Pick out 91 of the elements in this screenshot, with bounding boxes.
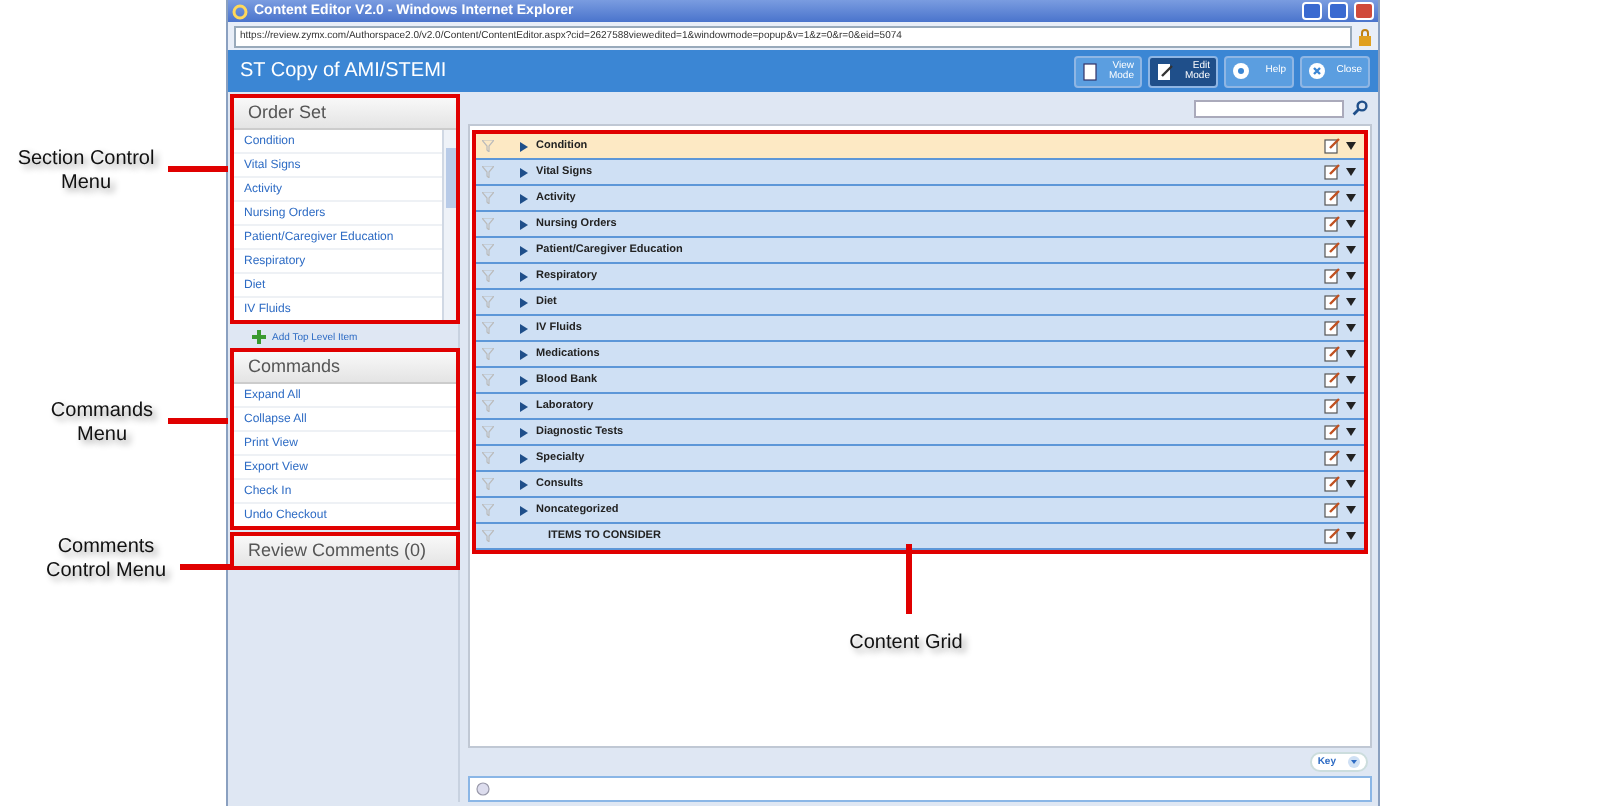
edit-icon[interactable]: [1324, 372, 1340, 388]
callout-label: Commands Menu: [48, 400, 156, 448]
pencil-icon: [1156, 61, 1174, 81]
panel-title: Commands: [232, 350, 458, 384]
edit-icon[interactable]: [1324, 242, 1340, 258]
edit-icon[interactable]: [1324, 346, 1340, 362]
expand-icon[interactable]: [520, 219, 528, 229]
expand-icon[interactable]: [520, 375, 528, 385]
expand-icon[interactable]: [520, 141, 528, 151]
dropdown-icon[interactable]: [1346, 532, 1356, 540]
filter-icon: [482, 400, 494, 412]
minimize-button[interactable]: [1302, 2, 1322, 20]
dropdown-icon[interactable]: [1346, 272, 1356, 280]
filter-icon: [482, 244, 494, 256]
filter-icon: [482, 374, 494, 386]
dropdown-icon[interactable]: [1346, 506, 1356, 514]
expand-icon[interactable]: [520, 297, 528, 307]
edit-icon[interactable]: [1324, 190, 1340, 206]
dropdown-icon[interactable]: [1346, 246, 1356, 254]
filter-icon: [482, 192, 494, 204]
callout-label: Comments Control Menu: [43, 536, 169, 584]
dropdown-icon[interactable]: [1346, 220, 1356, 228]
close-button[interactable]: [1354, 2, 1374, 20]
maximize-button[interactable]: [1328, 2, 1348, 20]
expand-icon[interactable]: [520, 323, 528, 333]
filter-icon: [482, 218, 494, 230]
edit-icon[interactable]: [1324, 320, 1340, 336]
search-field[interactable]: [1194, 99, 1344, 117]
edit-icon[interactable]: [1324, 476, 1340, 492]
app-title: ST Copy of AMI/STEMI: [240, 60, 449, 82]
edit-icon[interactable]: [1324, 502, 1340, 518]
filter-icon: [482, 270, 494, 282]
leader-line: [180, 564, 230, 570]
help-icon: [1232, 62, 1250, 80]
edit-icon[interactable]: [1324, 528, 1340, 544]
filter-icon: [482, 296, 494, 308]
filter-icon: [482, 140, 494, 152]
expand-icon[interactable]: [520, 401, 528, 411]
dropdown-icon[interactable]: [1346, 350, 1356, 358]
expand-icon[interactable]: [520, 245, 528, 255]
dropdown-icon[interactable]: [1346, 428, 1356, 436]
dropdown-icon[interactable]: [1346, 194, 1356, 202]
leader-line: [168, 166, 228, 172]
leader-line: [906, 544, 912, 614]
dropdown-icon[interactable]: [1346, 454, 1356, 462]
expand-icon[interactable]: [520, 505, 528, 515]
expand-icon[interactable]: [520, 349, 528, 359]
browser-logo-icon: [232, 3, 248, 19]
expand-icon[interactable]: [520, 193, 528, 203]
filter-icon: [482, 478, 494, 490]
lock-icon: [1358, 27, 1372, 45]
edit-icon[interactable]: [1324, 450, 1340, 466]
dropdown-icon[interactable]: [1346, 168, 1356, 176]
filter-icon: [482, 166, 494, 178]
close-icon: [1308, 62, 1326, 80]
edit-icon[interactable]: [1324, 216, 1340, 232]
dropdown-icon[interactable]: [1346, 142, 1356, 150]
info-icon: [476, 782, 490, 796]
filter-icon: [482, 452, 494, 464]
expand-icon[interactable]: [520, 167, 528, 177]
expand-icon[interactable]: [520, 453, 528, 463]
page-icon: [1082, 61, 1098, 81]
edit-icon[interactable]: [1324, 268, 1340, 284]
panel-title: Order Set: [232, 96, 458, 130]
expand-icon[interactable]: [520, 427, 528, 437]
filter-icon: [482, 322, 494, 334]
edit-icon[interactable]: [1324, 138, 1340, 154]
panel-title[interactable]: Review Comments (0): [232, 534, 458, 568]
expand-icon[interactable]: [520, 271, 528, 281]
filter-icon: [482, 530, 494, 542]
dropdown-icon[interactable]: [1346, 402, 1356, 410]
dropdown-icon[interactable]: [1346, 298, 1356, 306]
edit-icon[interactable]: [1324, 398, 1340, 414]
callout-label: Section Control Menu: [15, 148, 157, 196]
leader-line: [168, 418, 228, 424]
plus-icon: [252, 330, 266, 344]
edit-icon[interactable]: [1324, 164, 1340, 180]
edit-icon[interactable]: [1324, 294, 1340, 310]
dropdown-icon[interactable]: [1346, 324, 1356, 332]
scrollbar[interactable]: [442, 130, 458, 322]
edit-icon[interactable]: [1324, 424, 1340, 440]
comment-field[interactable]: [468, 776, 1372, 802]
expand-icon[interactable]: [520, 479, 528, 489]
search-icon[interactable]: [1352, 100, 1368, 116]
dropdown-icon[interactable]: [1346, 376, 1356, 384]
filter-icon: [482, 348, 494, 360]
filter-icon: [482, 426, 494, 438]
dropdown-icon: [1348, 756, 1360, 768]
filter-icon: [482, 504, 494, 516]
callout-label: Content Grid: [847, 632, 965, 656]
dropdown-icon[interactable]: [1346, 480, 1356, 488]
